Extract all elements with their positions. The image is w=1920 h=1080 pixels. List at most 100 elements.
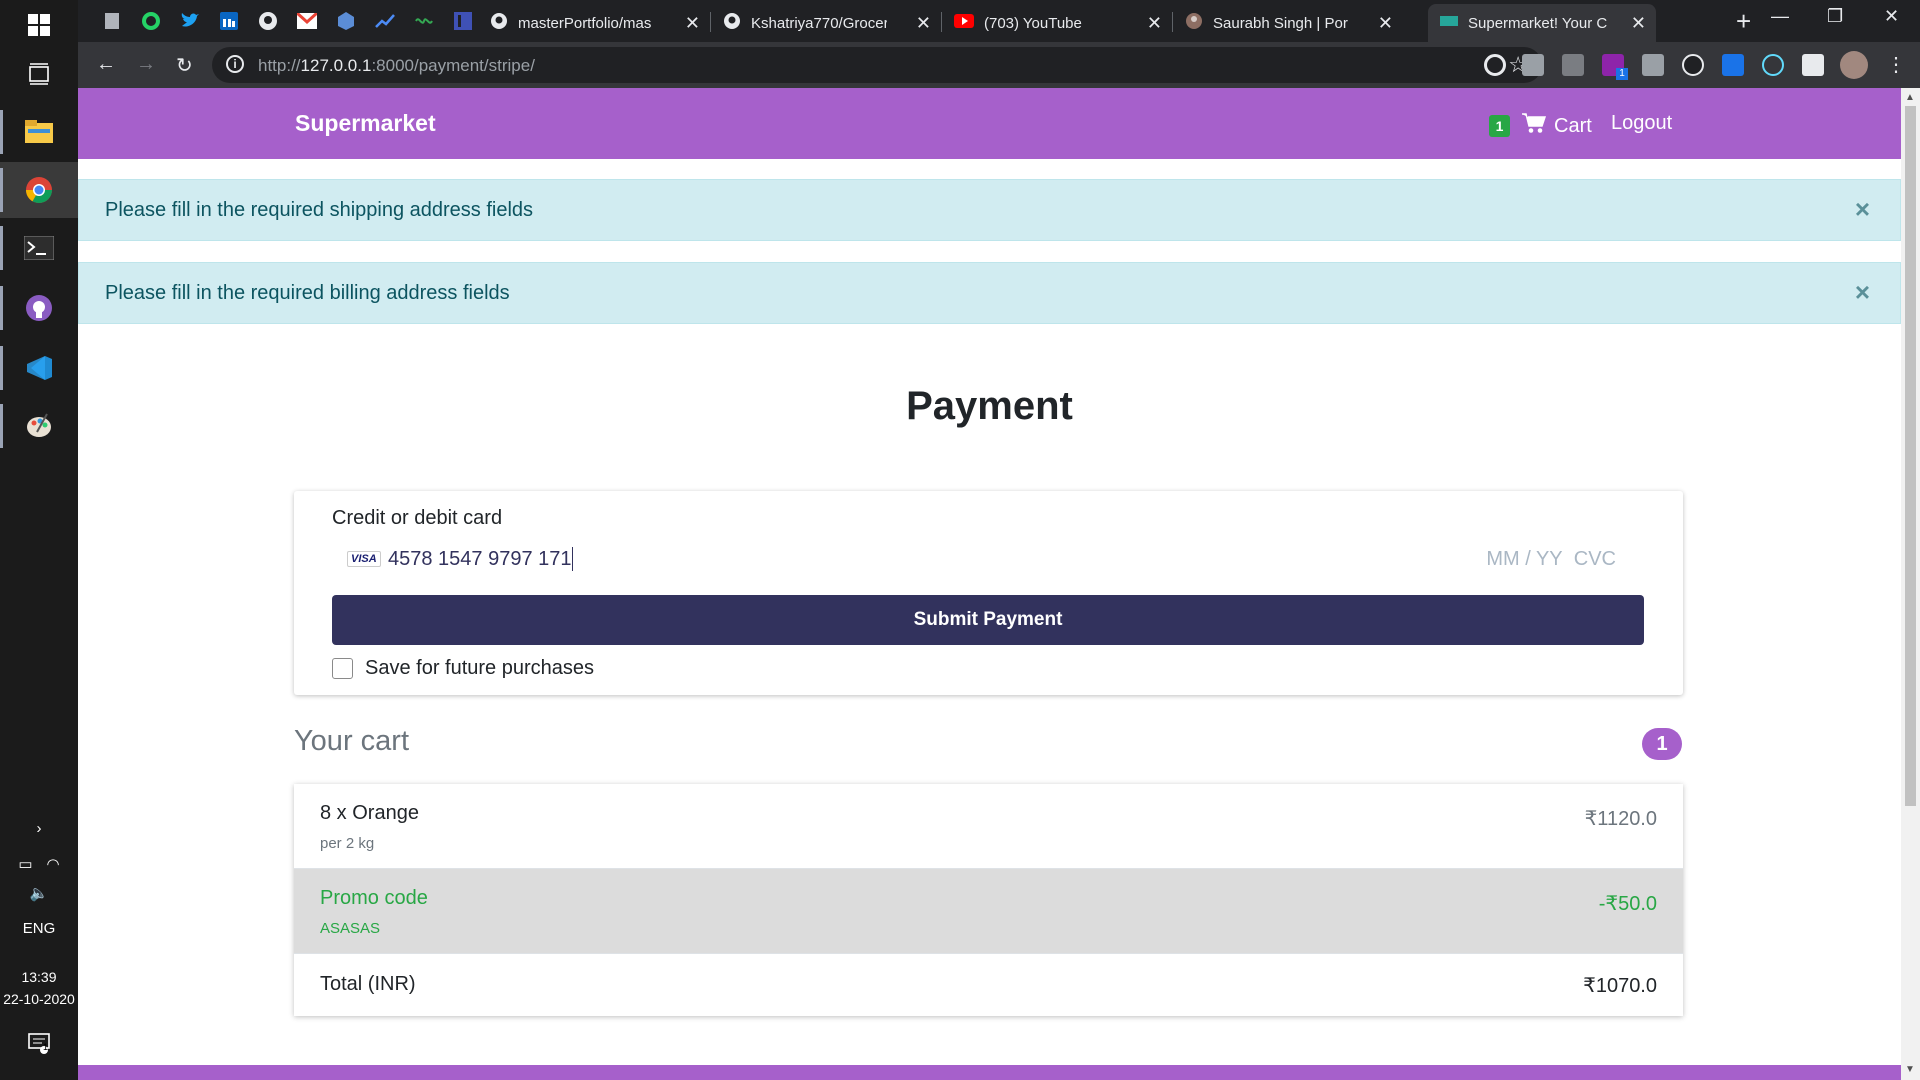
tab-close-icon[interactable]: ✕ <box>1147 13 1162 33</box>
pinned-tab-github[interactable] <box>256 9 280 33</box>
card-number-value[interactable]: 4578 1547 9797 171 <box>388 548 572 571</box>
save-card-checkbox[interactable] <box>332 658 353 679</box>
scroll-up-arrow[interactable]: ▲ <box>1905 92 1915 103</box>
pinned-tab-docs[interactable] <box>100 9 124 33</box>
file-explorer-icon[interactable] <box>0 104 78 160</box>
page-scrollbar[interactable]: ▲ ▼ <box>1901 88 1920 1080</box>
task-view-icon[interactable] <box>0 50 78 98</box>
extension-k-icon[interactable] <box>1562 54 1584 76</box>
restore-button[interactable]: ❐ <box>1827 6 1843 27</box>
cart-label: Cart <box>1554 114 1592 137</box>
paint-app-icon[interactable] <box>0 398 78 454</box>
save-card-row[interactable]: Save for future purchases <box>332 657 594 680</box>
pinned-tab-app[interactable] <box>334 9 358 33</box>
pinned-tab-gmail[interactable] <box>295 9 319 33</box>
tab-youtube[interactable]: (703) YouTube ✕ <box>942 4 1172 42</box>
volume-icon[interactable]: 🔈 <box>0 884 78 902</box>
chevron-up-icon[interactable]: › <box>0 820 78 837</box>
item-price: ₹1120.0 <box>1584 808 1657 830</box>
billing-alert: Please fill in the required billing addr… <box>78 262 1901 324</box>
payment-form: Credit or debit card VISA 4578 1547 9797… <box>294 491 1683 695</box>
extension-pen-icon[interactable] <box>1682 54 1704 76</box>
tab-close-icon[interactable]: ✕ <box>916 13 931 33</box>
extension-shield-icon[interactable] <box>1642 54 1664 76</box>
tab-saurabh-portfolio[interactable]: Saurabh Singh | Por ✕ <box>1173 4 1403 42</box>
pinned-tab-app2[interactable] <box>412 9 436 33</box>
extension-badge-icon[interactable]: 1 <box>1602 54 1628 80</box>
tab-close-icon[interactable]: ✕ <box>1631 13 1646 33</box>
tab-supermarket[interactable]: Supermarket! Your C ✕ <box>1428 4 1656 42</box>
wifi-icon[interactable]: ◠ <box>47 855 60 873</box>
language-indicator[interactable]: ENG <box>0 920 78 937</box>
react-devtools-icon[interactable] <box>1762 54 1784 76</box>
notification-count: 1 <box>43 1042 49 1052</box>
github-icon <box>490 12 508 34</box>
total-row: Total (INR) ₹1070.0 <box>294 954 1683 1016</box>
address-url[interactable]: http://127.0.0.1:8000/payment/stripe/ <box>258 56 535 76</box>
page-icon <box>1440 14 1458 32</box>
tab-kshatriya-grocery[interactable]: Kshatriya770/Grocer ✕ <box>711 4 941 42</box>
back-button[interactable]: ← <box>96 53 116 76</box>
github-desktop-icon[interactable] <box>0 280 78 336</box>
chrome-icon[interactable] <box>0 162 78 218</box>
submit-payment-button[interactable]: Submit Payment <box>332 595 1644 645</box>
site-brand[interactable]: Supermarket <box>295 110 436 137</box>
expiry-placeholder[interactable]: MM / YY <box>1486 548 1562 570</box>
windows-start-icon[interactable] <box>0 0 78 50</box>
reload-icon[interactable]: ↻ <box>176 53 193 78</box>
pinned-tab-whatsapp[interactable] <box>139 9 163 33</box>
extensions-puzzle-icon[interactable] <box>1802 54 1824 76</box>
alert-close-icon[interactable]: × <box>1855 194 1870 225</box>
item-unit: per 2 kg <box>320 835 375 852</box>
new-tab-button[interactable]: + <box>1736 8 1751 34</box>
pinned-tab-twitter[interactable] <box>178 9 202 33</box>
tab-close-icon[interactable]: ✕ <box>1378 13 1393 33</box>
promo-code: ASASAS <box>320 920 381 937</box>
card-input-field[interactable]: VISA 4578 1547 9797 171 MM / YY CVC <box>332 537 1644 583</box>
clock-time: 13:39 <box>21 969 57 985</box>
clock[interactable]: 13:39 22-10-2020 <box>0 966 78 1010</box>
site-footer <box>78 1065 1901 1080</box>
forward-button[interactable]: → <box>136 53 156 76</box>
item-name: 8 x Orange <box>320 802 419 824</box>
tab-title: masterPortfolio/mas <box>518 14 652 32</box>
total-amount: ₹1070.0 <box>1583 975 1657 997</box>
battery-icon[interactable]: ▭ <box>18 855 32 873</box>
tab-close-icon[interactable]: ✕ <box>685 13 700 33</box>
site-info-icon[interactable]: i <box>226 55 244 73</box>
clock-date: 22-10-2020 <box>3 991 75 1007</box>
github-icon <box>723 12 741 34</box>
alert-close-icon[interactable]: × <box>1855 277 1870 308</box>
youtube-icon <box>954 14 974 32</box>
vscode-icon[interactable] <box>0 340 78 396</box>
terminal-icon[interactable] <box>0 220 78 276</box>
cart-heading: Your cart <box>294 725 409 757</box>
alert-message: Please fill in the required shipping add… <box>105 199 534 221</box>
pinned-tab-app3[interactable] <box>451 9 475 33</box>
extension-tab-icon[interactable] <box>1522 54 1544 76</box>
minimize-button[interactable]: — <box>1771 6 1789 27</box>
total-label: Total (INR) <box>320 973 416 995</box>
promo-amount: -₹50.0 <box>1598 893 1657 915</box>
tab-title: Supermarket! Your C <box>1468 14 1608 32</box>
close-window-button[interactable]: ✕ <box>1884 6 1899 27</box>
browser-menu-icon[interactable]: ⋮ <box>1886 52 1906 77</box>
scrollbar-thumb[interactable] <box>1905 106 1916 806</box>
promo-label: Promo code <box>320 887 428 909</box>
avatar-icon <box>1185 12 1203 34</box>
tab-masterportfolio[interactable]: masterPortfolio/mas ✕ <box>478 4 710 42</box>
scroll-down-arrow[interactable]: ▼ <box>1905 1064 1915 1075</box>
profile-avatar[interactable] <box>1840 51 1868 79</box>
extension-hex-icon[interactable] <box>1722 54 1744 76</box>
address-bar[interactable]: i http://127.0.0.1:8000/payment/stripe/ … <box>212 47 1542 83</box>
pinned-tab-linkedin[interactable] <box>217 9 241 33</box>
tab-title: Kshatriya770/Grocer <box>751 14 887 32</box>
cart-link[interactable]: Cart <box>1522 112 1592 140</box>
logout-link[interactable]: Logout <box>1611 112 1672 135</box>
pinned-tab-analytics[interactable] <box>373 9 397 33</box>
notification-center-icon[interactable]: 1 <box>0 1032 78 1054</box>
text-cursor <box>572 547 573 571</box>
cvc-placeholder[interactable]: CVC <box>1574 548 1616 570</box>
cart-count-badge: 1 <box>1489 115 1510 137</box>
extension-speed-icon[interactable] <box>1484 54 1506 76</box>
